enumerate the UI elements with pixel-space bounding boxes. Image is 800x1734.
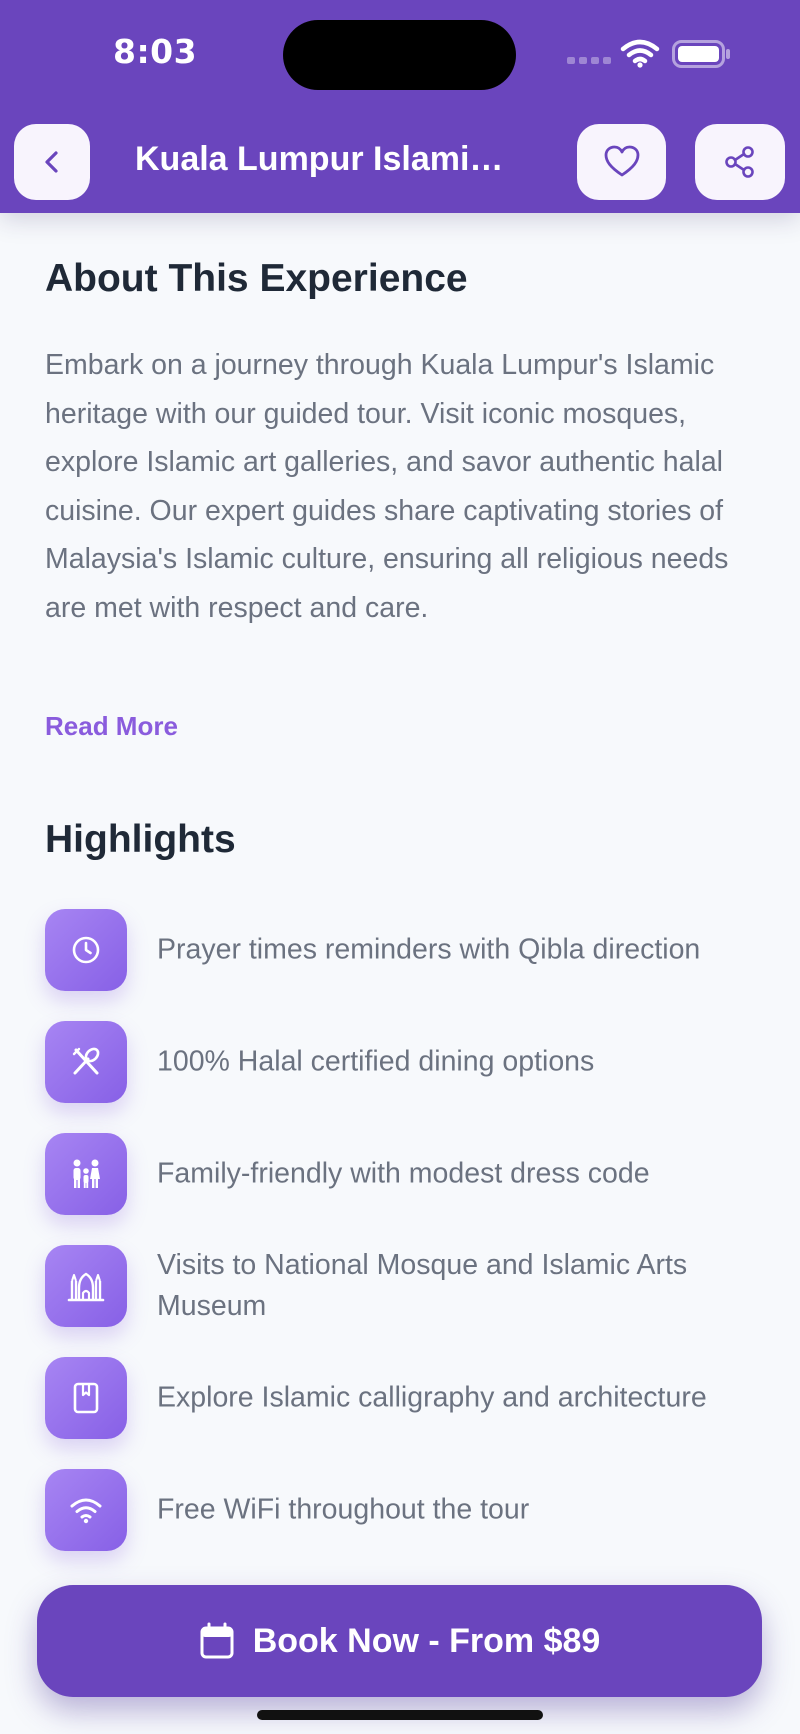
status-time: 8:03 [113, 32, 198, 71]
highlight-text: Prayer times reminders with Qibla direct… [157, 933, 701, 966]
utensils-icon [45, 1021, 127, 1103]
page-title: Kuala Lumpur Islamic Heritage Tour [135, 140, 520, 178]
clock-icon [45, 909, 127, 991]
calendar-icon [200, 1622, 234, 1659]
chevron-left-icon [45, 151, 58, 173]
about-section-title: About This Experience [45, 257, 468, 300]
about-description: Embark on a journey through Kuala Lumpur… [45, 349, 729, 624]
book-icon [45, 1357, 127, 1439]
dynamic-island [283, 20, 516, 90]
share-button[interactable] [695, 124, 785, 200]
highlight-item: Prayer times reminders with Qibla direct… [45, 909, 765, 991]
cellular-signal-icon [567, 57, 611, 64]
highlight-item: 100% Halal certified dining options [45, 1021, 765, 1103]
wifi-icon [45, 1469, 127, 1551]
mosque-icon [45, 1245, 127, 1327]
highlight-item: Family-friendly with modest dress code [45, 1133, 765, 1215]
highlight-item: Visits to National Mosque and Islamic Ar… [45, 1245, 765, 1327]
highlight-text: 100% Halal certified dining options [157, 1045, 595, 1078]
heart-icon [604, 145, 639, 177]
highlight-text: Family-friendly with modest dress code [157, 1157, 650, 1190]
wifi-status-icon [620, 38, 660, 73]
highlights-section-title: Highlights [45, 818, 236, 861]
top-app-bar: 8:03 Kuala Lumpur Islamic Heritage Tour [0, 0, 800, 213]
family-icon [45, 1133, 127, 1215]
battery-icon [672, 40, 732, 73]
book-now-label: Book Now - From $89 [252, 1621, 601, 1660]
highlight-item: Explore Islamic calligraphy and architec… [45, 1357, 765, 1439]
share-icon [725, 146, 754, 178]
back-button[interactable] [14, 124, 90, 200]
highlight-item: Free WiFi throughout the tour [45, 1469, 765, 1551]
highlight-text: Visits to National Mosque and Islamic Ar… [157, 1249, 688, 1322]
read-more-link[interactable]: Read More [45, 711, 178, 742]
favorite-button[interactable] [577, 124, 666, 200]
highlight-text: Free WiFi throughout the tour [157, 1493, 530, 1526]
book-now-button[interactable]: Book Now - From $89 [37, 1585, 762, 1697]
highlight-text: Explore Islamic calligraphy and architec… [157, 1381, 707, 1414]
home-indicator [257, 1710, 543, 1720]
